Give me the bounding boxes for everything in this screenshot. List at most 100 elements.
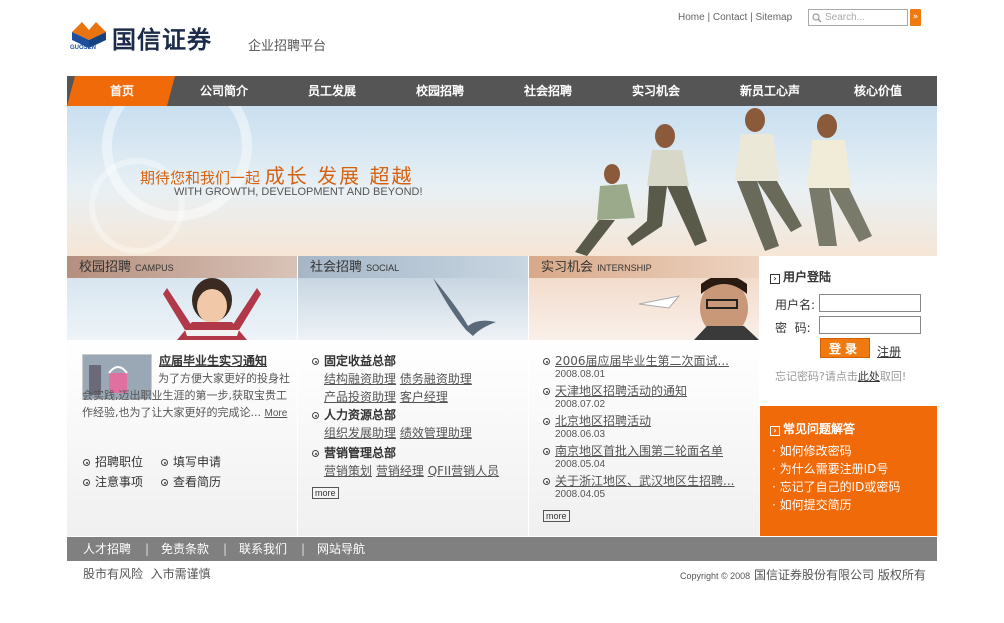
job-link[interactable]: 债务融资助理 bbox=[400, 372, 472, 386]
social-section: 社会招聘 SOCIAL 固定收益总部 结构融资助理 债务融资助理 产品投资助理 … bbox=[298, 256, 528, 536]
internship-section: 实习机会 INTERNSHIP 2006届应届毕业生第二次面试... 2008.… bbox=[529, 256, 759, 536]
contact-link[interactable]: Contact bbox=[713, 12, 747, 23]
home-link[interactable]: Home bbox=[678, 12, 705, 23]
bullet-icon bbox=[543, 448, 550, 455]
bullet-icon bbox=[543, 478, 550, 485]
risk-notice: 股市有风险 入市需谨慎 bbox=[83, 567, 211, 581]
logo-icon: GUOSEN bbox=[70, 18, 108, 52]
footer-bar: 人才招聘 | 免责条款 | 联系我们 | 网站导航 bbox=[67, 537, 937, 561]
faq-panel: › 常见问题解答 · 如何修改密码 · 为什么需要注册ID号 · 忘记了自己的ID… bbox=[760, 406, 937, 536]
internship-header: 实习机会 INTERNSHIP bbox=[529, 256, 759, 278]
job-link[interactable]: 结构融资助理 bbox=[324, 372, 396, 386]
internship-title-en: INTERNSHIP bbox=[597, 263, 652, 273]
nav-item-internship[interactable]: 实习机会 bbox=[611, 76, 701, 106]
arrow-icon: › bbox=[770, 274, 780, 284]
faq-item[interactable]: · 为什么需要注册ID号 bbox=[772, 460, 900, 478]
banner-line1: 期待您和我们一起 bbox=[140, 169, 261, 187]
faq-item[interactable]: · 忘记了自己的ID或密码 bbox=[772, 478, 900, 496]
campus-link-resume[interactable]: 查看简历 bbox=[161, 473, 221, 490]
login-panel-title: › 用户登陆 bbox=[770, 268, 831, 285]
footer-link-contact[interactable]: 联系我们 bbox=[239, 537, 287, 561]
internship-news-list: 2006届应届毕业生第二次面试... 2008.08.01 天津地区招聘活动的通… bbox=[543, 352, 734, 522]
campus-photo bbox=[67, 278, 297, 340]
bullet-icon bbox=[312, 450, 319, 457]
sitemap-link[interactable]: Sitemap bbox=[755, 12, 792, 23]
campus-link-apply[interactable]: 填写申请 bbox=[161, 453, 221, 470]
username-input[interactable] bbox=[819, 294, 921, 312]
news-date: 2008.08.01 bbox=[555, 369, 606, 380]
social-header: 社会招聘 SOCIAL bbox=[298, 256, 528, 278]
campus-section: 校园招聘 CAMPUS 应届毕业生实习通知 为了方便大家更好的投身社会实践,迈出… bbox=[67, 256, 297, 536]
internship-photo bbox=[529, 278, 759, 340]
internship-more-button[interactable]: more bbox=[543, 510, 570, 522]
nav-item-development[interactable]: 员工发展 bbox=[287, 76, 377, 106]
nav-item-campus[interactable]: 校园招聘 bbox=[395, 76, 485, 106]
banner-slogan-en: WITH GROWTH, DEVELOPMENT AND BEYOND! bbox=[174, 186, 423, 198]
login-button[interactable]: 登录 bbox=[820, 338, 870, 358]
news-date: 2008.04.05 bbox=[555, 489, 606, 500]
logo-small-text: GUOSEN bbox=[70, 45, 97, 51]
nav-item-social[interactable]: 社会招聘 bbox=[503, 76, 593, 106]
bullet-icon bbox=[543, 358, 550, 365]
news-item[interactable]: 南京地区首批入围第二轮面名单 bbox=[543, 442, 734, 459]
news-item[interactable]: 关于浙江地区、武汉地区生招聘... bbox=[543, 472, 734, 489]
news-item[interactable]: 2006届应届毕业生第二次面试... bbox=[543, 352, 734, 369]
search-button[interactable]: » bbox=[910, 9, 921, 26]
footer-link-jobs[interactable]: 人才招聘 bbox=[83, 537, 131, 561]
top-links: Home | Contact | Sitemap bbox=[678, 12, 793, 23]
news-item[interactable]: 北京地区招聘活动 bbox=[543, 412, 734, 429]
dept-hr: 人力资源总部 bbox=[312, 406, 499, 424]
nav-item-values[interactable]: 核心价值 bbox=[833, 76, 923, 106]
job-link[interactable]: 绩效管理助理 bbox=[400, 426, 472, 440]
job-link[interactable]: 组织发展助理 bbox=[324, 426, 396, 440]
campus-title-en: CAMPUS bbox=[135, 263, 174, 273]
footer-divider: | bbox=[301, 542, 306, 556]
password-input[interactable] bbox=[819, 316, 921, 334]
social-title-en: SOCIAL bbox=[366, 263, 400, 273]
site-subtitle: 企业招聘平台 bbox=[248, 39, 327, 54]
social-title: 社会招聘 bbox=[310, 260, 363, 275]
campus-news-title[interactable]: 应届毕业生实习通知 bbox=[159, 352, 267, 369]
copyright: Copyright © 2008 国信证券股份有限公司 版权所有 bbox=[680, 568, 926, 582]
campus-header: 校园招聘 CAMPUS bbox=[67, 256, 297, 278]
faq-item[interactable]: · 如何修改密码 bbox=[772, 442, 900, 460]
bullet-icon bbox=[312, 412, 319, 419]
campus-news-text: 为了方便大家更好的投身社会实践,迈出职业生涯的第一步,获取宝贵工作经验,也为了让… bbox=[82, 372, 290, 419]
faq-title: › 常见问题解答 bbox=[770, 420, 855, 437]
footer-divider: | bbox=[145, 542, 150, 556]
dept-fixed-income: 固定收益总部 bbox=[312, 352, 499, 370]
faq-list: · 如何修改密码 · 为什么需要注册ID号 · 忘记了自己的ID或密码 · 如何… bbox=[772, 442, 900, 514]
news-date: 2008.07.02 bbox=[555, 399, 606, 410]
nav-item-home[interactable]: 首页 bbox=[77, 76, 167, 106]
campus-more-link[interactable]: More bbox=[265, 408, 288, 419]
news-item[interactable]: 天津地区招聘活动的通知 bbox=[543, 382, 734, 399]
campus-link-positions[interactable]: 招聘职位 bbox=[83, 453, 143, 470]
arrow-icon: › bbox=[770, 426, 780, 436]
footer-link-disclaimer[interactable]: 免责条款 bbox=[161, 537, 209, 561]
forgot-password-link[interactable]: 此处 bbox=[858, 370, 880, 383]
register-link[interactable]: 注册 bbox=[877, 343, 901, 360]
social-photo bbox=[298, 278, 528, 340]
password-label: 密 码: bbox=[775, 321, 811, 335]
social-more-button[interactable]: more bbox=[312, 487, 339, 499]
job-link[interactable]: QFII营销人员 bbox=[428, 464, 499, 478]
bullet-icon bbox=[312, 358, 319, 365]
nav-item-about[interactable]: 公司简介 bbox=[179, 76, 269, 106]
search-icon bbox=[812, 12, 822, 23]
bullet-icon bbox=[543, 418, 550, 425]
job-link[interactable]: 客户经理 bbox=[400, 390, 448, 404]
job-link[interactable]: 营销经理 bbox=[376, 464, 424, 478]
bullet-icon bbox=[161, 459, 168, 466]
nav-item-new-staff[interactable]: 新员工心声 bbox=[722, 76, 818, 106]
job-link[interactable]: 产品投资助理 bbox=[324, 390, 396, 404]
footer-link-sitemap[interactable]: 网站导航 bbox=[317, 537, 365, 561]
news-date: 2008.06.03 bbox=[555, 429, 606, 440]
internship-title: 实习机会 bbox=[541, 260, 594, 275]
faq-item[interactable]: · 如何提交简历 bbox=[772, 496, 900, 514]
job-link[interactable]: 营销策划 bbox=[324, 464, 372, 478]
dept-marketing: 营销管理总部 bbox=[312, 444, 499, 462]
logo-name[interactable]: 国信证券 bbox=[112, 20, 212, 55]
campus-link-notes[interactable]: 注意事项 bbox=[83, 473, 143, 490]
footer-divider: | bbox=[223, 542, 228, 556]
search-input[interactable]: Search... bbox=[808, 9, 908, 26]
